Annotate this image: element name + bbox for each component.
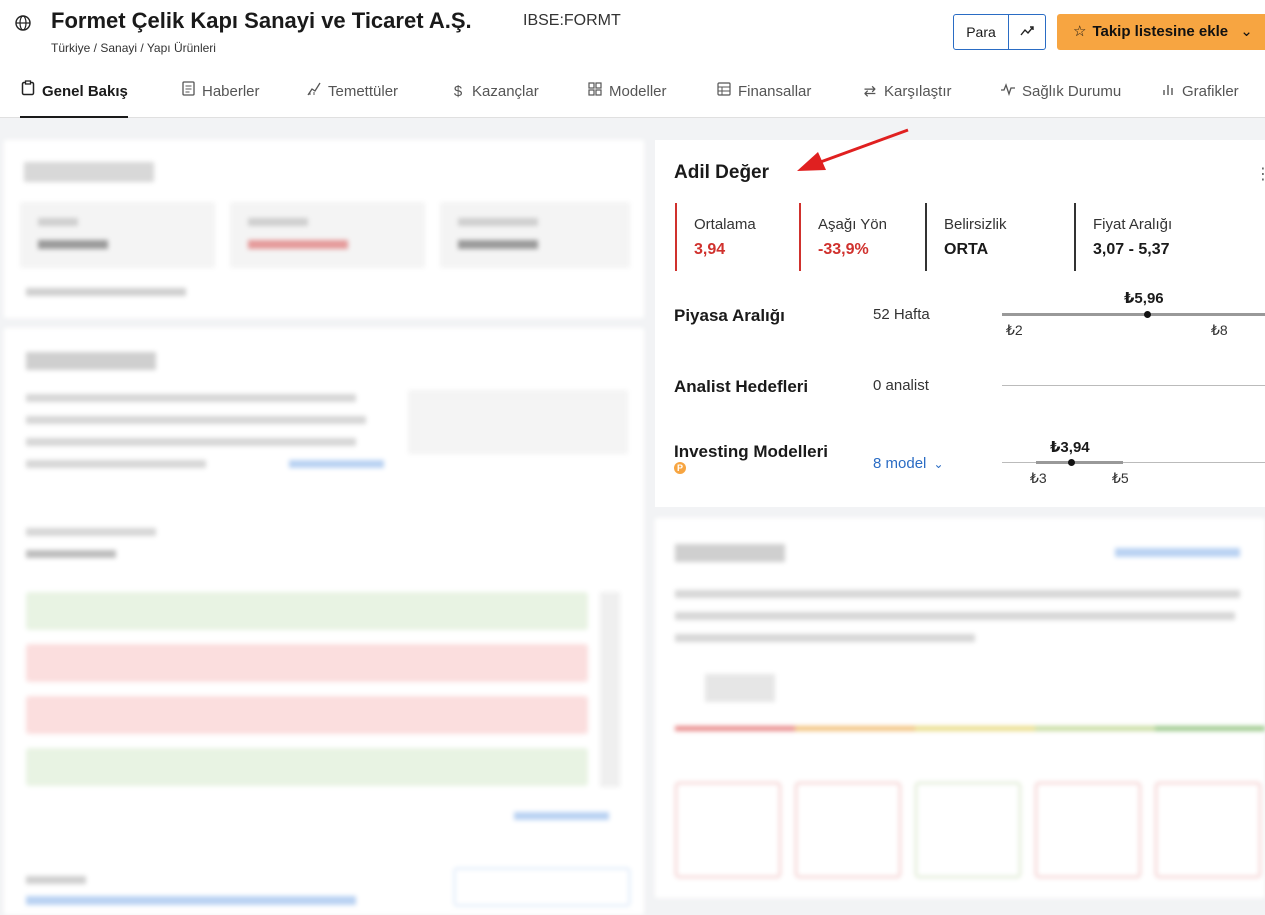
models-current: ₺3,94 [1050, 439, 1090, 456]
tab-charts[interactable]: Grafikler [1160, 68, 1239, 118]
trend-icon [1020, 26, 1034, 36]
breadcrumb[interactable]: Türkiye / Sanayi / Yapı Ürünleri [51, 41, 216, 55]
more-options-icon[interactable]: ⋮ [1255, 164, 1265, 184]
tab-earnings[interactable]: $ Kazançlar [450, 68, 539, 118]
ticker-symbol: IBSE:FORMT [523, 12, 621, 29]
tab-models[interactable]: Modeller [587, 68, 667, 118]
trend-toggle-button[interactable] [1008, 14, 1046, 50]
analyst-count: 0 analist [873, 377, 929, 394]
analyst-targets-label: Analist Hedefleri [674, 377, 809, 396]
currency-button[interactable]: Para [953, 14, 1009, 50]
dollar-icon: $ [453, 83, 463, 100]
swap-icon: ⇄ [863, 83, 877, 100]
bar-chart-icon [1160, 68, 1176, 116]
models-range-bar [1036, 461, 1123, 464]
tab-financials[interactable]: Finansallar [716, 68, 811, 118]
star-icon: ☆ [1073, 23, 1087, 40]
section-tabs: Genel Bakış Haberler Temettüler $ Kazançl… [0, 68, 1265, 118]
models-dropdown-link[interactable]: 8 model ⌄ [873, 455, 944, 472]
clipboard-icon [20, 68, 36, 116]
company-name: Formet Çelik Kapı Sanayi ve Ticaret A.Ş. [51, 8, 472, 33]
page-header: Formet Çelik Kapı Sanayi ve Ticaret A.Ş.… [0, 0, 1265, 68]
tab-overview[interactable]: Genel Bakış [20, 68, 128, 118]
market-range-current: ₺5,96 [1124, 290, 1164, 307]
blurred-card [4, 140, 644, 318]
add-to-watchlist-button[interactable]: ☆ Takip listesine ekle ⌄ [1057, 14, 1265, 50]
table-icon [716, 68, 732, 116]
models-range-marker [1068, 459, 1075, 466]
market-range-label: Piyasa Aralığı [674, 306, 785, 325]
investing-models-label: Investing Modelleri [674, 442, 828, 461]
market-range-period: 52 Hafta [873, 306, 930, 323]
stat-average: Ortalama 3,94 [675, 203, 801, 271]
chevron-down-icon: ⌄ [1240, 23, 1253, 40]
analyst-targets-bar [1002, 385, 1265, 386]
pulse-icon [1000, 68, 1016, 116]
chevron-down-icon: ⌄ [933, 457, 944, 471]
market-range-marker [1144, 311, 1151, 318]
market-range-bar [1002, 313, 1265, 316]
stat-price-range: Fiyat Aralığı 3,07 - 5,37 [1074, 203, 1265, 271]
stat-downside: Aşağı Yön -33,9% [799, 203, 925, 271]
tab-dividends[interactable]: Temettüler [306, 68, 398, 118]
tab-health[interactable]: Sağlık Durumu [1000, 68, 1121, 118]
stat-uncertainty: Belirsizlik ORTA [925, 203, 1075, 271]
pro-badge-icon: P [674, 462, 686, 474]
health-card-blurred [655, 518, 1265, 898]
grid-icon [587, 68, 603, 116]
document-icon [180, 68, 196, 116]
watchlist-label: Takip listesine ekle [1092, 23, 1229, 40]
tab-news[interactable]: Haberler [180, 68, 260, 118]
fair-value-card: Adil Değer ⋮ Ortalama 3,94 Aşağı Yön -33… [655, 140, 1265, 507]
blurred-card [4, 328, 644, 915]
left-column-blurred [0, 140, 644, 915]
growth-icon [306, 68, 322, 116]
market-range-low: ₺2 [1006, 322, 1023, 338]
models-range-high: ₺5 [1112, 470, 1129, 486]
tab-compare[interactable]: ⇄ Karşılaştır [862, 68, 952, 118]
fair-value-title: Adil Değer [674, 162, 770, 183]
market-range-high: ₺8 [1211, 322, 1228, 338]
globe-icon[interactable] [14, 14, 32, 32]
models-range-low: ₺3 [1030, 470, 1047, 486]
